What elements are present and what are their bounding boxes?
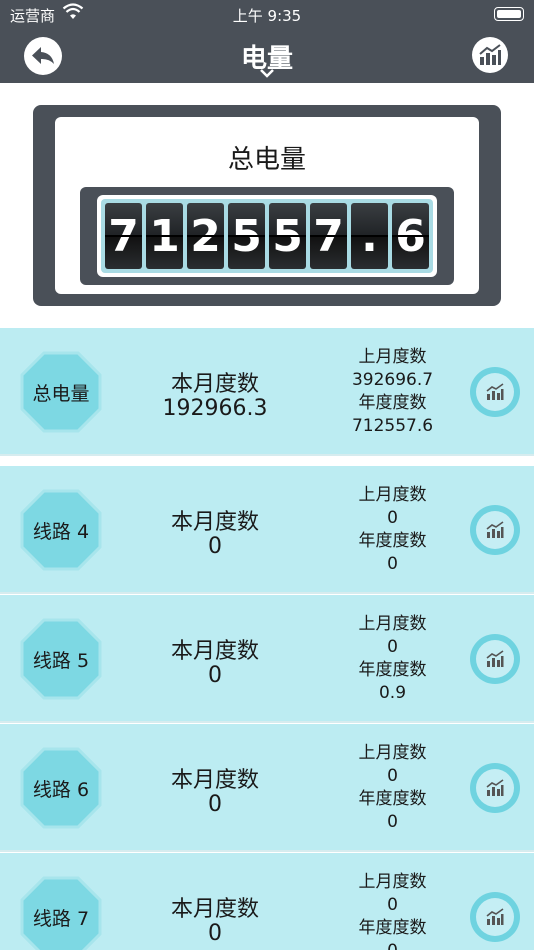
counter-digit: 7 xyxy=(105,203,142,269)
year-value: 0 xyxy=(320,940,465,950)
octagon-badge: 线路 5 xyxy=(20,618,102,700)
year-label: 年度度数 xyxy=(358,660,427,680)
row-chart-button[interactable] xyxy=(470,892,520,942)
chevron-down-icon[interactable] xyxy=(259,68,275,78)
total-meter-card: 总电量 7 1 2 5 5 7 . 6 xyxy=(55,117,479,294)
counter-digit: . xyxy=(351,203,388,269)
line-name: 线路 5 xyxy=(32,649,90,672)
octagon-badge: 线路 4 xyxy=(20,489,102,571)
month-label: 本月度数 xyxy=(170,372,259,397)
meter-title: 总电量 xyxy=(227,145,306,175)
list-item-line-7[interactable]: 线路 7 本月度数 0 上月度数 0 年度度数 0 xyxy=(0,853,534,950)
battery-icon xyxy=(494,7,524,21)
last-month-value: 0 xyxy=(387,895,398,915)
counter-strip: 7 1 2 5 5 7 . 6 xyxy=(97,195,437,277)
chart-icon xyxy=(486,521,504,538)
year-label: 年度度数 xyxy=(358,393,427,413)
last-month-value: 392696.7 xyxy=(351,370,434,390)
octagon-badge: 线路 7 xyxy=(20,876,102,950)
octagon-badge: 线路 6 xyxy=(20,747,102,829)
month-value: 0 xyxy=(208,792,222,817)
counter-digit: 5 xyxy=(269,203,306,269)
counter-digit: 5 xyxy=(228,203,265,269)
chart-icon xyxy=(486,908,504,925)
last-month-label: 上月度数 xyxy=(358,485,427,505)
line-name: 线路 7 xyxy=(32,907,90,930)
row-chart-button[interactable] xyxy=(470,763,520,813)
year-label: 年度度数 xyxy=(358,789,427,809)
row-chart-button[interactable] xyxy=(470,367,520,417)
year-value: 0 xyxy=(387,812,398,832)
year-label: 年度度数 xyxy=(358,531,427,551)
year-value: 712557.6 xyxy=(351,416,434,436)
chart-icon xyxy=(486,779,504,796)
month-value: 0 xyxy=(208,921,222,946)
month-value: 192966.3 xyxy=(162,396,268,421)
month-label: 本月度数 xyxy=(170,510,259,535)
counter-digit: 6 xyxy=(392,203,429,269)
list-item-line-4[interactable]: 线路 4 本月度数 0 上月度数 0 年度度数 0 xyxy=(0,466,534,594)
row-chart-button[interactable] xyxy=(470,505,520,555)
row-chart-button[interactable] xyxy=(470,634,520,684)
chart-icon xyxy=(486,650,504,667)
last-month-label: 上月度数 xyxy=(358,872,427,892)
year-value: 0 xyxy=(387,554,398,574)
month-label: 本月度数 xyxy=(170,639,259,664)
chart-icon xyxy=(479,44,501,65)
month-value: 0 xyxy=(208,534,222,559)
list-divider xyxy=(0,456,534,466)
month-label: 本月度数 xyxy=(170,897,259,922)
counter-digit: 7 xyxy=(310,203,347,269)
status-bar: 运营商 上午 9:35 xyxy=(0,0,534,28)
last-month-value: 0 xyxy=(387,637,398,657)
list-item-line-5[interactable]: 线路 5 本月度数 0 上月度数 0 年度度数 0.9 xyxy=(0,595,534,723)
line-name: 总电量 xyxy=(32,382,90,405)
list-item-line-6[interactable]: 线路 6 本月度数 0 上月度数 0 年度度数 0 xyxy=(0,724,534,852)
counter-digits: 7 1 2 5 5 7 . 6 xyxy=(101,199,433,273)
last-month-label: 上月度数 xyxy=(358,743,427,763)
last-month-label: 上月度数 xyxy=(358,614,427,634)
nav-bar: 电量 xyxy=(0,28,534,83)
year-value: 0.9 xyxy=(378,683,407,703)
chart-button[interactable] xyxy=(472,37,508,73)
line-name: 线路 4 xyxy=(32,520,90,543)
chart-icon xyxy=(486,383,504,400)
last-month-value: 0 xyxy=(387,508,398,528)
total-meter-panel: 总电量 7 1 2 5 5 7 . 6 xyxy=(33,105,501,306)
status-time: 上午 9:35 xyxy=(232,7,302,25)
last-month-value: 0 xyxy=(387,766,398,786)
month-value: 0 xyxy=(208,663,222,688)
line-name: 线路 6 xyxy=(32,778,90,801)
octagon-badge: 总电量 xyxy=(20,351,102,433)
list-item-total[interactable]: 总电量 本月度数 192966.3 上月度数 392696.7 年度度数 712… xyxy=(0,328,534,456)
year-label: 年度度数 xyxy=(358,918,427,938)
last-month-label: 上月度数 xyxy=(358,347,427,367)
counter-digit: 1 xyxy=(146,203,183,269)
month-label: 本月度数 xyxy=(170,768,259,793)
counter-frame: 7 1 2 5 5 7 . 6 xyxy=(80,187,454,285)
counter-digit: 2 xyxy=(187,203,224,269)
